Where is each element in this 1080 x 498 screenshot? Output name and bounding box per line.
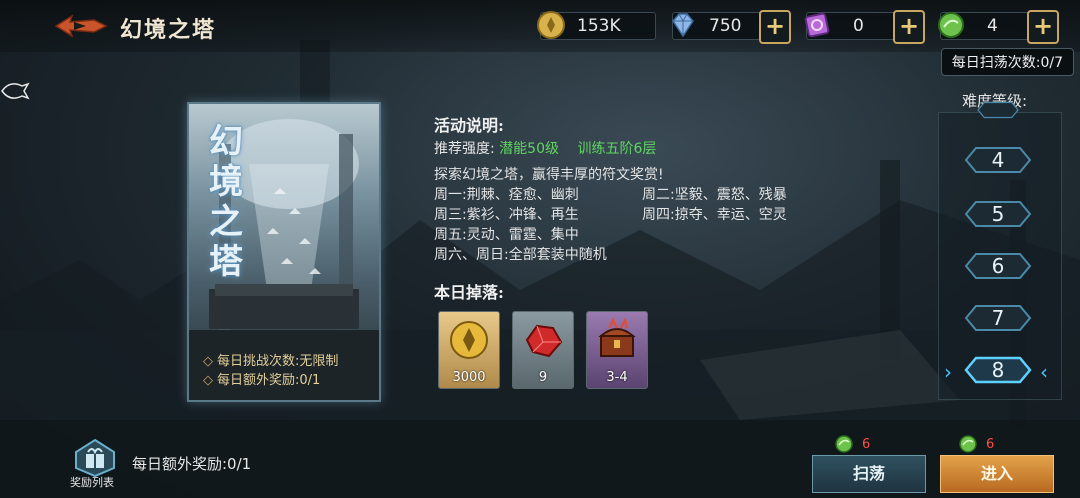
drop-count: 9 <box>538 370 548 385</box>
resource-diamond: 750 + <box>672 10 791 44</box>
difficulty-level-8-selected[interactable]: 8 <box>962 354 1034 386</box>
green-orb-icon <box>959 435 977 453</box>
enter-cost: 6 <box>958 434 994 454</box>
green-orb-value: 4 <box>987 16 998 36</box>
desc-row: 周五:灵动、雷霆、集中 <box>434 225 787 245</box>
purple-ticket-plus-button[interactable]: + <box>893 10 925 44</box>
resource-purple-ticket: 0 + <box>804 10 925 44</box>
diamond-plus-button[interactable]: + <box>759 10 791 44</box>
drop-item-treasure-chest[interactable]: 3-4 <box>586 311 648 389</box>
desc-row: 周六、周日:全部套装中随机 <box>434 245 787 265</box>
card-info: ◇ 每日挑战次数:无限制 ◇ 每日额外奖励:0/1 <box>203 354 339 388</box>
activity-description-body: 探索幻境之塔，赢得丰厚的符文奖赏! 周一:荆棘、痊愈、幽刺 周二:坚毅、震怒、残… <box>434 165 787 265</box>
selected-right-arrow-icon: ‹ <box>1040 360 1048 384</box>
diamond-icon <box>672 13 694 38</box>
daily-sweep-count: 每日扫荡次数:0/7 <box>940 48 1074 76</box>
desc-row: 周一:荆棘、痊愈、幽刺 周二:坚毅、震怒、残暴 <box>434 185 787 205</box>
red-gem-icon <box>525 324 563 358</box>
rec-label: 推荐强度: <box>434 141 495 157</box>
drop-item-gold[interactable]: 3000 <box>438 311 500 389</box>
drop-count: 3000 <box>452 370 486 385</box>
drop-item-red-gem[interactable]: 9 <box>512 311 574 389</box>
level-number: 4 <box>991 148 1005 172</box>
difficulty-level-6[interactable]: 6 <box>962 250 1034 282</box>
drop-count: 3-4 <box>606 370 628 385</box>
enter-button[interactable]: 进入 <box>940 455 1054 493</box>
purple-ticket-value: 0 <box>853 16 864 36</box>
purple-ticket-icon <box>804 12 830 38</box>
extra-reward-count: 每日额外奖励:0/1 <box>217 373 321 388</box>
diamond-value: 750 <box>709 16 742 36</box>
resource-green-orb: 4 + <box>938 10 1059 44</box>
green-orb-plus-button[interactable]: + <box>1027 10 1059 44</box>
level-number: 5 <box>991 202 1005 226</box>
tower-card: 幻境之塔 ◇ 每日挑战次数:无限制 ◇ 每日额外奖励:0/1 <box>187 102 381 402</box>
desc-cell: 周二:坚毅、震怒、残暴 <box>642 187 787 203</box>
difficulty-level-5[interactable]: 5 <box>962 198 1034 230</box>
sweep-button[interactable]: 扫荡 <box>812 455 926 493</box>
desc-row: 周三:紫衫、冲锋、再生 周四:掠夺、幸运、空灵 <box>434 205 787 225</box>
activity-description-heading: 活动说明: <box>434 116 504 135</box>
rec-potential: 潜能50级 <box>499 141 559 157</box>
enter-cost-value: 6 <box>986 436 995 452</box>
desc-cell: 周一:荆棘、痊愈、幽刺 <box>434 187 579 203</box>
daily-drops-heading: 本日掉落: <box>434 283 504 302</box>
treasure-chest-icon <box>598 317 636 357</box>
selected-left-arrow-icon: › <box>944 360 952 384</box>
desc-cell: 周五:灵动、雷霆、集中 <box>434 227 579 243</box>
desc-cell: 周六、周日:全部套装中随机 <box>434 247 607 263</box>
gold-value: 153K <box>577 16 621 36</box>
desc-intro: 探索幻境之塔，赢得丰厚的符文奖赏! <box>434 167 664 183</box>
resource-gold: 153K <box>537 11 656 40</box>
back-arrow-icon[interactable] <box>50 10 110 42</box>
level-number: 6 <box>991 254 1005 278</box>
reward-list-label[interactable]: 奖励列表 <box>70 474 114 490</box>
green-orb-icon <box>938 12 964 38</box>
page-title: 幻境之塔 <box>120 17 217 43</box>
challenge-count: 每日挑战次数:无限制 <box>217 354 339 369</box>
side-menu-icon[interactable] <box>0 78 30 104</box>
rec-training: 训练五阶6层 <box>577 141 657 157</box>
sweep-cost-value: 6 <box>862 436 871 452</box>
gold-coin-icon <box>537 11 565 39</box>
level-number: 7 <box>991 306 1005 330</box>
gold-coin-icon <box>450 321 488 359</box>
difficulty-level-7[interactable]: 7 <box>962 302 1034 334</box>
green-orb-icon <box>835 435 853 453</box>
card-title: 幻境之塔 <box>209 122 243 282</box>
level-number: 8 <box>991 358 1005 382</box>
difficulty-level-3[interactable] <box>962 100 1034 120</box>
difficulty-level-4[interactable]: 4 <box>962 144 1034 176</box>
desc-cell: 周三:紫衫、冲锋、再生 <box>434 207 579 223</box>
bottom-extra-reward: 每日额外奖励:0/1 <box>132 455 252 473</box>
desc-cell: 周四:掠夺、幸运、空灵 <box>642 207 787 223</box>
sweep-cost: 6 <box>834 434 870 454</box>
reward-list-icon[interactable] <box>72 438 118 478</box>
drop-list: 3000 9 3-4 <box>438 311 648 389</box>
recommended-strength: 推荐强度: 潜能50级 训练五阶6层 <box>434 138 656 158</box>
